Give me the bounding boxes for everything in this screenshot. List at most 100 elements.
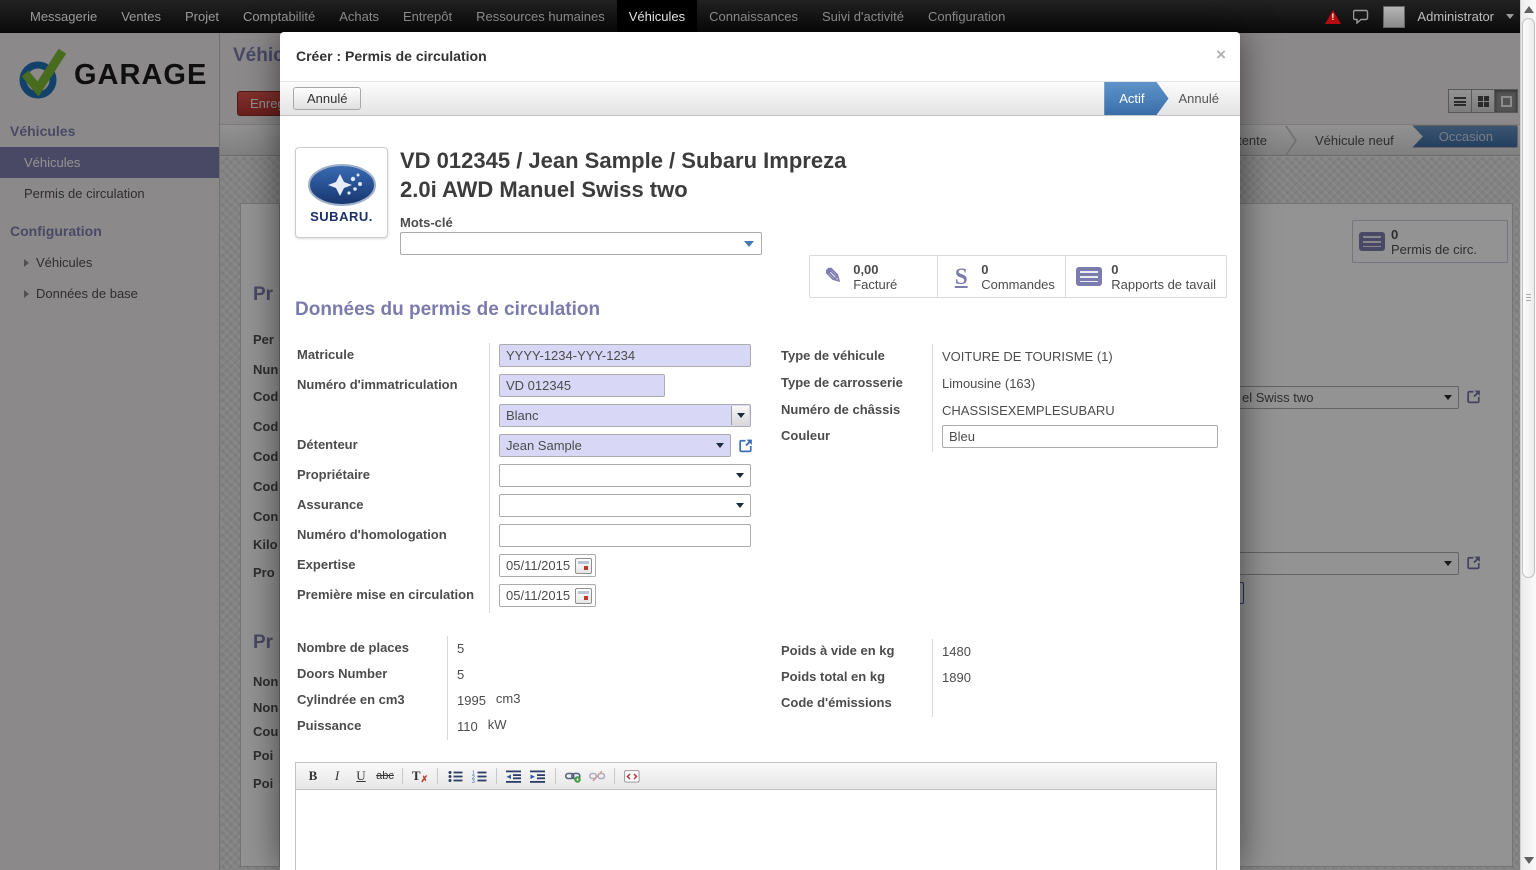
- cylindree-label: Cylindrée en cm3: [297, 688, 447, 707]
- outdent-button[interactable]: [503, 766, 525, 787]
- form-lower-right: Poids à vide en kg 1480 Poids total en k…: [781, 639, 1221, 717]
- chat-icon[interactable]: [1353, 9, 1371, 24]
- expertise-date-value: 05/11/2015: [506, 558, 570, 573]
- places-value: 5: [457, 637, 464, 656]
- statusbar-state-annule[interactable]: Annulé: [1169, 82, 1227, 115]
- calendar-icon[interactable]: [575, 588, 592, 604]
- insert-link-button[interactable]: [562, 766, 584, 787]
- immatriculation-label: Numéro d'immatriculation: [297, 373, 489, 392]
- toolbar-separator: [555, 768, 556, 784]
- underline-button[interactable]: U: [350, 766, 372, 787]
- nav-suivi-activite[interactable]: Suivi d'activité: [810, 0, 916, 33]
- notes-editor: B I U abc T 123: [295, 762, 1217, 870]
- stat-buttons: 0,00 Facturé 0 Commandes 0 Rapports de t…: [809, 255, 1227, 298]
- indent-button[interactable]: [527, 766, 549, 787]
- nav-connaissances[interactable]: Connaissances: [697, 0, 810, 33]
- keywords-select[interactable]: [400, 232, 762, 255]
- keywords-label: Mots-clé: [400, 215, 453, 230]
- bullet-list-button[interactable]: [444, 766, 466, 787]
- poids-vide-value: 1480: [942, 640, 971, 659]
- work-reports-stat-button[interactable]: 0 Rapports de tavail: [1066, 256, 1226, 297]
- immatriculation-input[interactable]: [499, 374, 665, 397]
- chevron-down-icon: [716, 443, 724, 448]
- strikethrough-button[interactable]: abc: [374, 766, 396, 787]
- places-label: Nombre de places: [297, 636, 447, 655]
- nav-messagerie[interactable]: Messagerie: [18, 0, 109, 33]
- nav-achats[interactable]: Achats: [327, 0, 391, 33]
- user-menu-caret-icon[interactable]: [1506, 14, 1514, 19]
- orders-stat-button[interactable]: 0 Commandes: [938, 256, 1066, 297]
- nav-ressources-humaines[interactable]: Ressources humaines: [464, 0, 617, 33]
- expertise-date-field[interactable]: 05/11/2015: [499, 554, 596, 577]
- plate-color-select[interactable]: Blanc: [499, 404, 751, 427]
- nav-projet[interactable]: Projet: [173, 0, 231, 33]
- calendar-icon[interactable]: [575, 558, 592, 574]
- editor-content[interactable]: [296, 790, 1216, 870]
- scroll-down-icon[interactable]: [1524, 857, 1534, 864]
- subaru-logo-text: SUBARU.: [310, 209, 373, 224]
- poids-vide-label: Poids à vide en kg: [781, 639, 932, 658]
- cancel-state-button[interactable]: Annulé: [293, 87, 361, 110]
- couleur-input[interactable]: [942, 425, 1218, 448]
- topbar: Messagerie Ventes Projet Comptabilité Ac…: [0, 0, 1536, 33]
- matricule-input[interactable]: [499, 344, 751, 367]
- pencil-icon: [820, 264, 846, 289]
- cylindree-unit: cm3: [496, 689, 521, 706]
- assurance-select[interactable]: [499, 494, 751, 517]
- numbered-list-button[interactable]: 123: [468, 766, 490, 787]
- select-button[interactable]: [731, 406, 749, 425]
- vertical-scrollbar[interactable]: [1520, 0, 1536, 870]
- homologation-input[interactable]: [499, 524, 751, 547]
- modal-body: SUBARU. VD 012345 / Jean Sample / Subaru…: [280, 116, 1240, 870]
- warning-icon[interactable]: [1325, 10, 1341, 24]
- homologation-label: Numéro d'homologation: [297, 523, 489, 542]
- nav-ventes[interactable]: Ventes: [109, 0, 173, 33]
- proprietaire-select[interactable]: [499, 464, 751, 487]
- statusbar-state-actif[interactable]: Actif: [1104, 82, 1168, 115]
- italic-button[interactable]: I: [326, 766, 348, 787]
- chevron-down-icon: [736, 473, 744, 478]
- orders-value: 0: [981, 262, 1055, 277]
- chevron-down-icon: [736, 503, 744, 508]
- doors-label: Doors Number: [297, 662, 447, 681]
- close-icon[interactable]: ×: [1216, 46, 1226, 63]
- source-button[interactable]: [621, 766, 643, 787]
- cylindree-value: 1995: [457, 689, 486, 708]
- remove-link-button[interactable]: [586, 766, 608, 787]
- report-card-icon: [1076, 267, 1102, 286]
- svg-text:3: 3: [472, 779, 475, 783]
- invoiced-label: Facturé: [853, 277, 897, 292]
- remove-format-button[interactable]: T: [409, 766, 431, 787]
- nav-vehicules[interactable]: Véhicules: [617, 0, 697, 33]
- work-reports-value: 0: [1111, 262, 1216, 277]
- record-title: VD 012345 / Jean Sample / Subaru Impreza…: [400, 146, 865, 204]
- form-lower-left: Nombre de places 5 Doors Number 5 Cylind…: [297, 636, 717, 740]
- type-vehicule-value: VOITURE DE TOURISME (1): [942, 345, 1113, 364]
- scrollbar-thumb[interactable]: [1522, 18, 1535, 578]
- detenteur-select[interactable]: Jean Sample: [499, 434, 731, 457]
- doors-value: 5: [457, 663, 464, 682]
- user-name[interactable]: Administrator: [1417, 9, 1494, 24]
- emissions-label: Code d'émissions: [781, 691, 932, 710]
- type-carrosserie-label: Type de carrosserie: [781, 371, 932, 390]
- nav-entrepot[interactable]: Entrepôt: [391, 0, 464, 33]
- bold-button[interactable]: B: [302, 766, 324, 787]
- chassis-value: CHASSISEXEMPLESUBARU: [942, 399, 1115, 418]
- create-permit-modal: Créer : Permis de circulation × Annulé A…: [280, 32, 1240, 870]
- chassis-label: Numéro de châssis: [781, 398, 932, 417]
- scroll-up-icon[interactable]: [1524, 6, 1534, 13]
- nav-comptabilite[interactable]: Comptabilité: [231, 0, 327, 33]
- sale-order-icon: [948, 264, 974, 290]
- modal-toolbar: Annulé Actif Annulé: [280, 82, 1240, 116]
- type-vehicule-label: Type de véhicule: [781, 344, 932, 363]
- vehicle-brand-image: SUBARU.: [295, 147, 388, 238]
- section-title: Données du permis de circulation: [295, 299, 600, 321]
- external-link-icon[interactable]: [737, 437, 755, 459]
- nav-configuration[interactable]: Configuration: [916, 0, 1017, 33]
- user-avatar[interactable]: [1383, 6, 1405, 28]
- editor-toolbar: B I U abc T 123: [296, 763, 1216, 790]
- premiere-mise-date-field[interactable]: 05/11/2015: [499, 584, 596, 607]
- premiere-mise-date-value: 05/11/2015: [506, 588, 570, 603]
- chevron-down-icon: [744, 241, 754, 247]
- invoiced-stat-button[interactable]: 0,00 Facturé: [810, 256, 938, 297]
